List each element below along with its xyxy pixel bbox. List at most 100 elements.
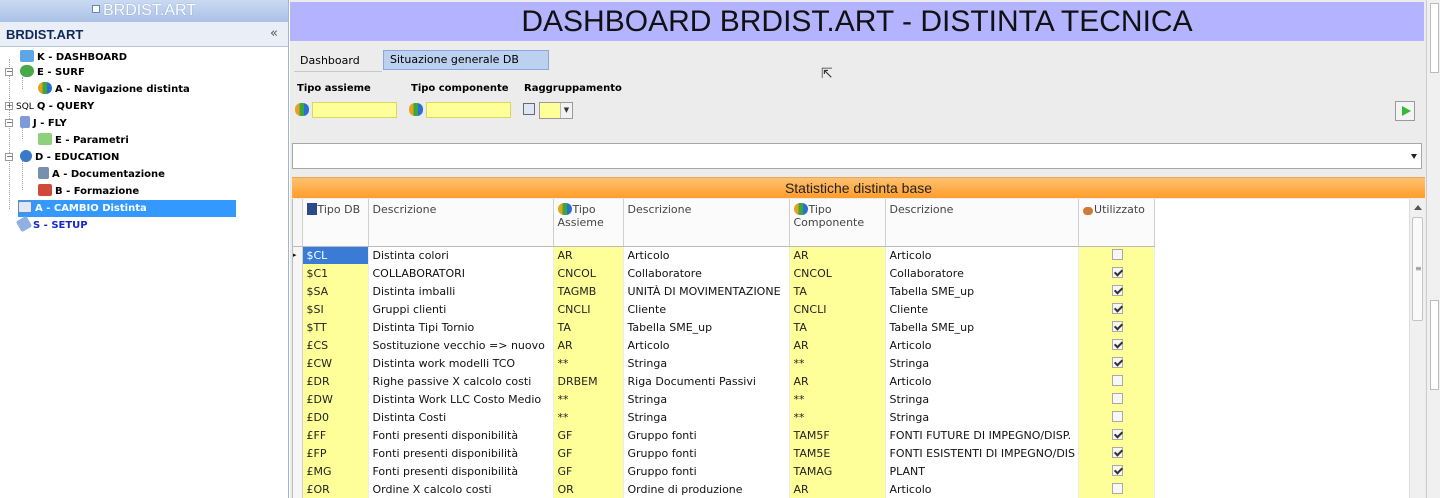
row-header[interactable] xyxy=(293,354,303,372)
cell-tipo-comp[interactable]: ** xyxy=(789,354,886,372)
cell-tipo-comp[interactable]: TAM5E xyxy=(789,444,886,462)
cell-desc3[interactable]: Stringa xyxy=(885,390,1080,408)
cell-tipo-assieme[interactable]: GF xyxy=(553,426,624,444)
cell-desc1[interactable]: Ordine X calcolo costi xyxy=(368,480,554,498)
row-header[interactable] xyxy=(293,444,303,462)
col-header-tipo-componente[interactable]: Tipo Componente xyxy=(789,199,886,247)
row-header[interactable] xyxy=(293,336,303,354)
utilizzato-checkbox[interactable] xyxy=(1111,482,1123,494)
cell-desc2[interactable]: Gruppo fonti xyxy=(623,426,790,444)
cell-tipo-db[interactable]: £D0 xyxy=(302,408,369,426)
chevron-down-icon[interactable] xyxy=(1411,154,1417,159)
utilizzato-checkbox[interactable] xyxy=(1111,356,1123,368)
cell-tipo-assieme[interactable]: TA xyxy=(553,318,624,336)
row-header[interactable] xyxy=(293,408,303,426)
cell-desc1[interactable]: COLLABORATORI xyxy=(368,264,554,282)
cell-desc3[interactable]: Articolo xyxy=(885,336,1080,354)
chevron-down-icon[interactable]: ▼ xyxy=(560,103,572,118)
cell-tipo-assieme[interactable]: OR xyxy=(553,480,624,498)
cell-desc1[interactable]: Fonti presenti disponibilità xyxy=(368,444,554,462)
scrollbar-thumb[interactable]: ≡ xyxy=(1412,217,1423,321)
table-row[interactable]: £DR Righe passive X calcolo costi DRBEM Rig… xyxy=(293,372,1156,390)
cell-desc2[interactable]: Ordine di produzione xyxy=(623,480,790,498)
cell-tipo-assieme[interactable]: TAGMB xyxy=(553,282,624,300)
cell-tipo-assieme[interactable]: CNCOL xyxy=(553,264,624,282)
cell-tipo-assieme[interactable]: AR xyxy=(553,246,624,264)
cell-desc2[interactable]: Cliente xyxy=(623,300,790,318)
cell-tipo-comp[interactable]: CNCOL xyxy=(789,264,886,282)
row-header[interactable]: ▸ xyxy=(293,246,303,264)
row-header[interactable] xyxy=(293,300,303,318)
cell-desc3[interactable]: Tabella SME_up xyxy=(885,318,1080,336)
scrollbar-thumb[interactable] xyxy=(1430,300,1439,390)
cell-tipo-db[interactable]: £DR xyxy=(302,372,369,390)
cell-tipo-assieme[interactable]: CNCLI xyxy=(553,300,624,318)
cell-desc2[interactable]: Stringa xyxy=(623,354,790,372)
col-header-descrizione-3[interactable]: Descrizione xyxy=(885,199,1080,247)
cell-tipo-db[interactable]: $SA xyxy=(302,282,369,300)
cell-desc2[interactable]: Tabella SME_up xyxy=(623,318,790,336)
sidebar-item-query[interactable]: SQL Q - QUERY xyxy=(16,98,94,115)
cell-tipo-db[interactable]: $SI xyxy=(302,300,369,318)
utilizzato-checkbox[interactable] xyxy=(1111,248,1123,260)
utilizzato-checkbox[interactable] xyxy=(1111,410,1123,422)
collapse-toggle[interactable]: − xyxy=(5,119,13,127)
sidebar-item-formazione[interactable]: B - Formazione xyxy=(38,183,139,200)
cell-desc1[interactable]: Distinta Work LLC Costo Medio xyxy=(368,390,554,408)
cell-tipo-comp[interactable]: ** xyxy=(789,390,886,408)
table-row[interactable]: £DW Distinta Work LLC Costo Medio ** String… xyxy=(293,390,1156,408)
cell-desc2[interactable]: Gruppo fonti xyxy=(623,462,790,480)
table-row[interactable]: £FP Fonti presenti disponibilità GF Gruppo … xyxy=(293,444,1156,462)
tipo-assieme-icon[interactable] xyxy=(295,103,309,116)
collapse-toggle[interactable]: − xyxy=(5,153,13,161)
cell-desc2[interactable]: Articolo xyxy=(623,336,790,354)
cell-tipo-assieme[interactable]: ** xyxy=(553,354,624,372)
run-button[interactable] xyxy=(1395,101,1415,121)
query-combobox[interactable] xyxy=(292,143,1422,169)
utilizzato-checkbox[interactable] xyxy=(1111,392,1123,404)
sidebar-item-navigazione-distinta[interactable]: A - Navigazione distinta xyxy=(38,81,190,98)
cell-tipo-db[interactable]: $CL xyxy=(302,246,369,264)
col-header-utilizzato[interactable]: Utilizzato xyxy=(1078,199,1156,247)
sidebar-item-fly[interactable]: J - FLY xyxy=(20,115,67,132)
cell-desc3[interactable]: FONTI ESISTENTI DI IMPEGNO/DIS xyxy=(885,444,1080,462)
raggruppamento-select[interactable]: ▼ xyxy=(539,102,573,119)
col-header-descrizione-2[interactable]: Descrizione xyxy=(623,199,790,247)
cell-desc3[interactable]: FONTI FUTURE DI IMPEGNO/DISP. xyxy=(885,426,1080,444)
cell-tipo-comp[interactable]: AR xyxy=(789,336,886,354)
cell-desc1[interactable]: Distinta Tipi Tornio xyxy=(368,318,554,336)
cell-desc3[interactable]: Articolo xyxy=(885,480,1080,498)
table-row[interactable]: £OR Ordine X calcolo costi OR Ordine di pro… xyxy=(293,480,1156,498)
cell-desc3[interactable]: Cliente xyxy=(885,300,1080,318)
tipo-assieme-input[interactable] xyxy=(312,102,397,118)
cell-tipo-db[interactable]: £FP xyxy=(302,444,369,462)
cell-tipo-comp[interactable]: TAMAG xyxy=(789,462,886,480)
utilizzato-checkbox[interactable] xyxy=(1111,374,1123,386)
cell-desc2[interactable]: Gruppo fonti xyxy=(623,444,790,462)
cell-tipo-comp[interactable]: TA xyxy=(789,318,886,336)
col-header-tipo-assieme[interactable]: Tipo Assieme xyxy=(553,199,624,247)
tab-situazione-generale-db[interactable]: Situazione generale DB xyxy=(383,50,549,70)
cell-desc1[interactable]: Fonti presenti disponibilità xyxy=(368,426,554,444)
cell-tipo-db[interactable]: £FF xyxy=(302,426,369,444)
sidebar-item-surf[interactable]: E - SURF xyxy=(20,64,85,81)
sidebar-item-setup[interactable]: S - SETUP xyxy=(15,215,88,234)
cell-tipo-assieme[interactable]: GF xyxy=(553,444,624,462)
sidebar-item-documentazione[interactable]: A - Documentazione xyxy=(38,166,165,183)
cell-desc1[interactable]: Distinta work modelli TCO xyxy=(368,354,554,372)
sidebar-item-education[interactable]: D - EDUCATION xyxy=(20,149,119,166)
cell-tipo-comp[interactable]: AR xyxy=(789,246,886,264)
table-row[interactable]: $SI Gruppi clienti CNCLI Cliente CNCLI Client… xyxy=(293,300,1156,318)
table-row[interactable]: £D0 Distinta Costi ** Stringa ** Stringa xyxy=(293,408,1156,426)
cell-desc1[interactable]: Sostituzione vecchio => nuovo xyxy=(368,336,554,354)
cell-tipo-assieme[interactable]: DRBEM xyxy=(553,372,624,390)
table-row[interactable]: ▸ $CL Distinta colori AR Articolo AR Articolo xyxy=(293,246,1156,264)
collapse-icon[interactable]: « xyxy=(270,26,278,41)
utilizzato-checkbox[interactable] xyxy=(1111,464,1123,476)
table-row[interactable]: $SA Distinta imballi TAGMB UNITÀ DI MOVIMEN… xyxy=(293,282,1156,300)
row-header[interactable] xyxy=(293,264,303,282)
row-header[interactable] xyxy=(293,318,303,336)
cell-tipo-db[interactable]: £DW xyxy=(302,390,369,408)
cell-desc1[interactable]: Distinta imballi xyxy=(368,282,554,300)
cell-desc3[interactable]: Stringa xyxy=(885,354,1080,372)
